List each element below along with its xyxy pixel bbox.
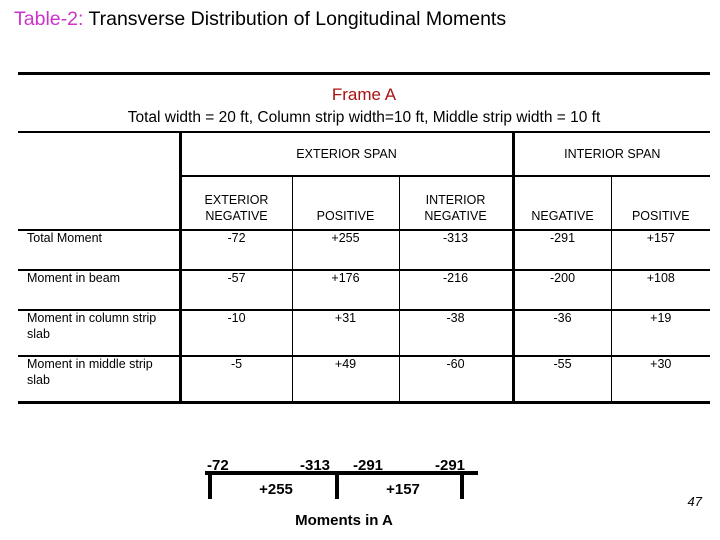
moment-diagram: -72 -313 -291 -291 +255 +157 Moments in … — [0, 440, 720, 540]
cell-value: -38 — [398, 309, 514, 356]
diagram-positive-label: +255 — [259, 481, 293, 498]
row-label-moment-in-beam: Moment in beam — [18, 269, 180, 310]
table-row: Moment in middle strip slab -5 +49 -60 -… — [18, 355, 711, 404]
row-label-moment-in-middle-strip-slab-line1: Moment in middle — [27, 357, 126, 371]
table-group-header-row: EXTERIOR SPAN INTERIOR SPAN — [18, 131, 711, 177]
diagram-positive-label: +157 — [386, 481, 420, 498]
table-grid: EXTERIOR SPAN INTERIOR SPAN EXTERIOR NEG… — [18, 131, 711, 404]
cell-value: -291 — [511, 229, 612, 270]
column-header-positive-exterior: POSITIVE — [291, 176, 399, 230]
group-header-interior-span: INTERIOR SPAN — [511, 131, 711, 177]
frame-name-label: Frame A — [331, 85, 397, 104]
cell-value: +49 — [291, 355, 399, 404]
diagram-caption: Moments in A — [295, 512, 393, 529]
column-header-negative-interior: NEGATIVE — [511, 176, 612, 230]
cell-value: -216 — [398, 269, 514, 310]
table-corner-cell — [18, 131, 180, 176]
column-header-interior-negative-line1: INTERIOR — [425, 193, 486, 207]
cell-value: -313 — [398, 229, 514, 270]
cell-value: -5 — [178, 355, 292, 404]
moment-diagram-svg: -72 -313 -291 -291 +255 +157 Moments in … — [205, 457, 478, 529]
cell-value: -36 — [511, 309, 612, 356]
column-header-exterior-negative: EXTERIOR NEGATIVE — [178, 176, 292, 230]
table-column-header-row: EXTERIOR NEGATIVE POSITIVE INTERIOR NEGA… — [18, 176, 711, 230]
column-header-negative-interior-line2: NEGATIVE — [531, 209, 594, 223]
column-header-interior-negative: INTERIOR NEGATIVE — [398, 176, 514, 230]
page-title: Table-2: Transverse Distribution of Long… — [14, 6, 506, 32]
cell-value: -57 — [178, 269, 292, 310]
cell-value: +157 — [610, 229, 711, 270]
cell-value: +30 — [610, 355, 711, 404]
table-caption: Frame A Total width = 20 ft, Column stri… — [18, 75, 710, 128]
table-corner-cell-2 — [18, 176, 180, 230]
cell-value: -72 — [178, 229, 292, 270]
cell-value: +19 — [610, 309, 711, 356]
column-header-positive-interior-line2: POSITIVE — [631, 209, 690, 223]
row-label-total-moment: Total Moment — [18, 229, 180, 270]
row-label-moment-in-column-strip-slab: Moment in column strip slab — [18, 309, 180, 356]
row-label-total-moment-line1: Total Moment — [27, 231, 103, 245]
frame-dimensions-label: Total width = 20 ft, Column strip width=… — [127, 109, 601, 126]
cell-value: -200 — [511, 269, 612, 310]
column-header-exterior-negative-line1: EXTERIOR — [204, 193, 269, 207]
group-header-exterior-span: EXTERIOR SPAN — [178, 131, 514, 177]
cell-value: -60 — [398, 355, 514, 404]
page-title-accent: Table-2: — [14, 8, 84, 30]
table-row: Moment in beam -57 +176 -216 -200 +108 — [18, 269, 711, 310]
row-label-moment-in-middle-strip-slab: Moment in middle strip slab — [18, 355, 180, 404]
cell-value: +31 — [291, 309, 399, 356]
table-row: Moment in column strip slab -10 +31 -38 … — [18, 309, 711, 356]
column-header-positive-interior: POSITIVE — [610, 176, 711, 230]
cell-value: +108 — [610, 269, 711, 310]
column-header-interior-negative-line2: NEGATIVE — [424, 209, 487, 223]
row-label-moment-in-beam-line1: Moment in beam — [27, 271, 121, 285]
moment-distribution-table: Frame A Total width = 20 ft, Column stri… — [18, 72, 711, 404]
page-number: 47 — [687, 494, 702, 509]
cell-value: +176 — [291, 269, 399, 310]
column-header-exterior-negative-line2: NEGATIVE — [205, 209, 268, 223]
column-header-positive-exterior-line2: POSITIVE — [316, 209, 375, 223]
row-label-moment-in-column-strip-slab-line1: Moment in column — [27, 311, 130, 325]
cell-value: +255 — [291, 229, 399, 270]
cell-value: -55 — [511, 355, 612, 404]
cell-value: -10 — [178, 309, 292, 356]
table-row: Total Moment -72 +255 -313 -291 +157 — [18, 229, 711, 270]
page-title-rest: Transverse Distribution of Longitudinal … — [83, 8, 507, 30]
